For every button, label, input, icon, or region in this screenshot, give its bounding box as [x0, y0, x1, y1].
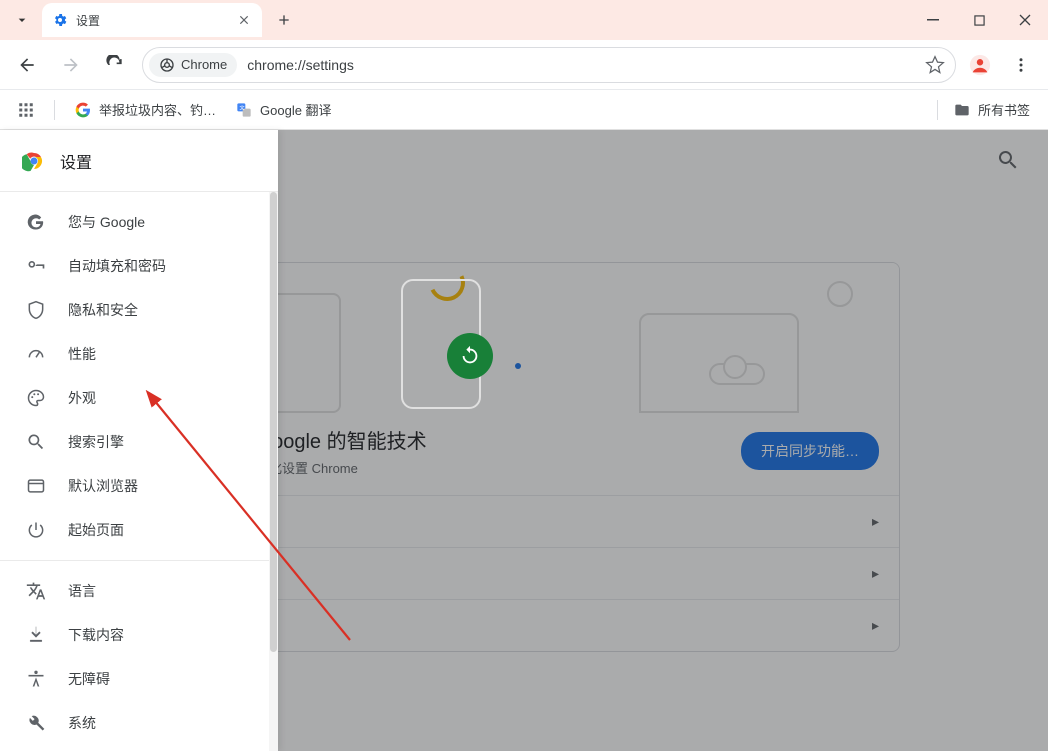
sidebar-separator — [0, 560, 278, 561]
sidebar-item-label: 隐私和安全 — [68, 300, 138, 320]
sidebar-item-autofill[interactable]: 自动填充和密码 — [0, 244, 278, 288]
speedometer-icon — [26, 344, 46, 364]
all-bookmarks-label: 所有书签 — [978, 100, 1030, 119]
all-bookmarks-button[interactable]: 所有书签 — [946, 96, 1038, 123]
sidebar-item-downloads[interactable]: 下载内容 — [0, 613, 278, 657]
bookmark-label: 举报垃圾内容、钓… — [99, 100, 216, 119]
tab-title: 设置 — [76, 12, 236, 29]
chrome-logo-icon — [22, 149, 46, 173]
bookmark-google-translate[interactable]: 文 Google 翻译 — [228, 96, 340, 123]
folder-icon — [954, 102, 970, 118]
browser-tab[interactable]: 设置 — [42, 3, 262, 37]
sidebar-item-label: 系统 — [68, 713, 96, 733]
sidebar-item-label: 自动填充和密码 — [68, 256, 166, 276]
sidebar-title: 设置 — [60, 149, 92, 173]
menu-button[interactable] — [1004, 48, 1038, 82]
sidebar-item-label: 默认浏览器 — [68, 476, 138, 496]
sidebar-nav: 您与 Google 自动填充和密码 隐私和安全 性能 外观 搜索引擎 — [0, 192, 278, 751]
accessibility-icon — [26, 669, 46, 689]
sidebar-item-performance[interactable]: 性能 — [0, 332, 278, 376]
shield-icon — [26, 300, 46, 320]
sidebar-item-you-and-google[interactable]: 您与 Google — [0, 200, 278, 244]
google-g-icon — [26, 212, 46, 232]
apps-button[interactable] — [10, 94, 42, 126]
sidebar-item-search-engine[interactable]: 搜索引擎 — [0, 420, 278, 464]
bookmark-report-spam[interactable]: 举报垃圾内容、钓… — [67, 96, 224, 123]
page-content: 中畅享 Google 的智能技术 上同步并个性化设置 Chrome 开启同步功能… — [0, 130, 1048, 751]
sidebar-item-accessibility[interactable]: 无障碍 — [0, 657, 278, 701]
chrome-icon — [159, 57, 175, 73]
site-chip[interactable]: Chrome — [149, 53, 237, 77]
sidebar-item-default-browser[interactable]: 默认浏览器 — [0, 464, 278, 508]
bookmarks-bar: 举报垃圾内容、钓… 文 Google 翻译 所有书签 — [0, 90, 1048, 130]
sidebar-item-label: 外观 — [68, 388, 96, 408]
search-icon — [26, 432, 46, 452]
sidebar-item-label: 性能 — [68, 344, 96, 364]
window-icon — [26, 476, 46, 496]
window-controls — [910, 0, 1048, 40]
separator — [54, 100, 55, 120]
sidebar-item-languages[interactable]: 语言 — [0, 569, 278, 613]
sync-badge-icon — [447, 333, 493, 379]
sidebar-item-label: 语言 — [68, 581, 96, 601]
sidebar-item-system[interactable]: 系统 — [0, 701, 278, 745]
sidebar-item-appearance[interactable]: 外观 — [0, 376, 278, 420]
sidebar-item-label: 搜索引擎 — [68, 432, 124, 452]
sidebar-scrollbar[interactable] — [269, 192, 278, 751]
wrench-icon — [26, 713, 46, 733]
settings-sidebar: 设置 您与 Google 自动填充和密码 隐私和安全 性能 外观 — [0, 130, 278, 751]
google-g-icon — [75, 102, 91, 118]
profile-avatar-button[interactable] — [966, 51, 994, 79]
maximize-button[interactable] — [956, 0, 1002, 40]
back-button[interactable] — [10, 48, 44, 82]
browser-toolbar: Chrome chrome://settings — [0, 40, 1048, 90]
tab-close-button[interactable] — [236, 12, 252, 28]
minimize-button[interactable] — [910, 0, 956, 40]
scrim-overlay[interactable] — [278, 130, 1048, 751]
gear-icon — [52, 12, 68, 28]
tab-strip: 设置 — [0, 0, 1048, 40]
sidebar-header: 设置 — [0, 130, 278, 192]
sidebar-item-privacy[interactable]: 隐私和安全 — [0, 288, 278, 332]
tabs-dropdown-button[interactable] — [8, 6, 36, 34]
translate-icon: 文 — [236, 102, 252, 118]
sidebar-item-label: 起始页面 — [68, 520, 124, 540]
url-text: chrome://settings — [247, 57, 921, 73]
new-tab-button[interactable] — [270, 6, 298, 34]
bookmark-star-button[interactable] — [921, 51, 949, 79]
forward-button[interactable] — [54, 48, 88, 82]
site-chip-label: Chrome — [181, 57, 227, 72]
separator — [937, 100, 938, 120]
language-icon — [26, 581, 46, 601]
key-icon — [26, 256, 46, 276]
download-icon — [26, 625, 46, 645]
sidebar-item-on-startup[interactable]: 起始页面 — [0, 508, 278, 552]
reload-button[interactable] — [98, 48, 132, 82]
bookmark-label: Google 翻译 — [260, 100, 332, 119]
window-close-button[interactable] — [1002, 0, 1048, 40]
sidebar-item-label: 您与 Google — [68, 212, 145, 232]
palette-icon — [26, 388, 46, 408]
power-icon — [26, 520, 46, 540]
sidebar-item-label: 下载内容 — [68, 625, 124, 645]
sidebar-item-label: 无障碍 — [68, 669, 110, 689]
omnibox[interactable]: Chrome chrome://settings — [142, 47, 956, 83]
